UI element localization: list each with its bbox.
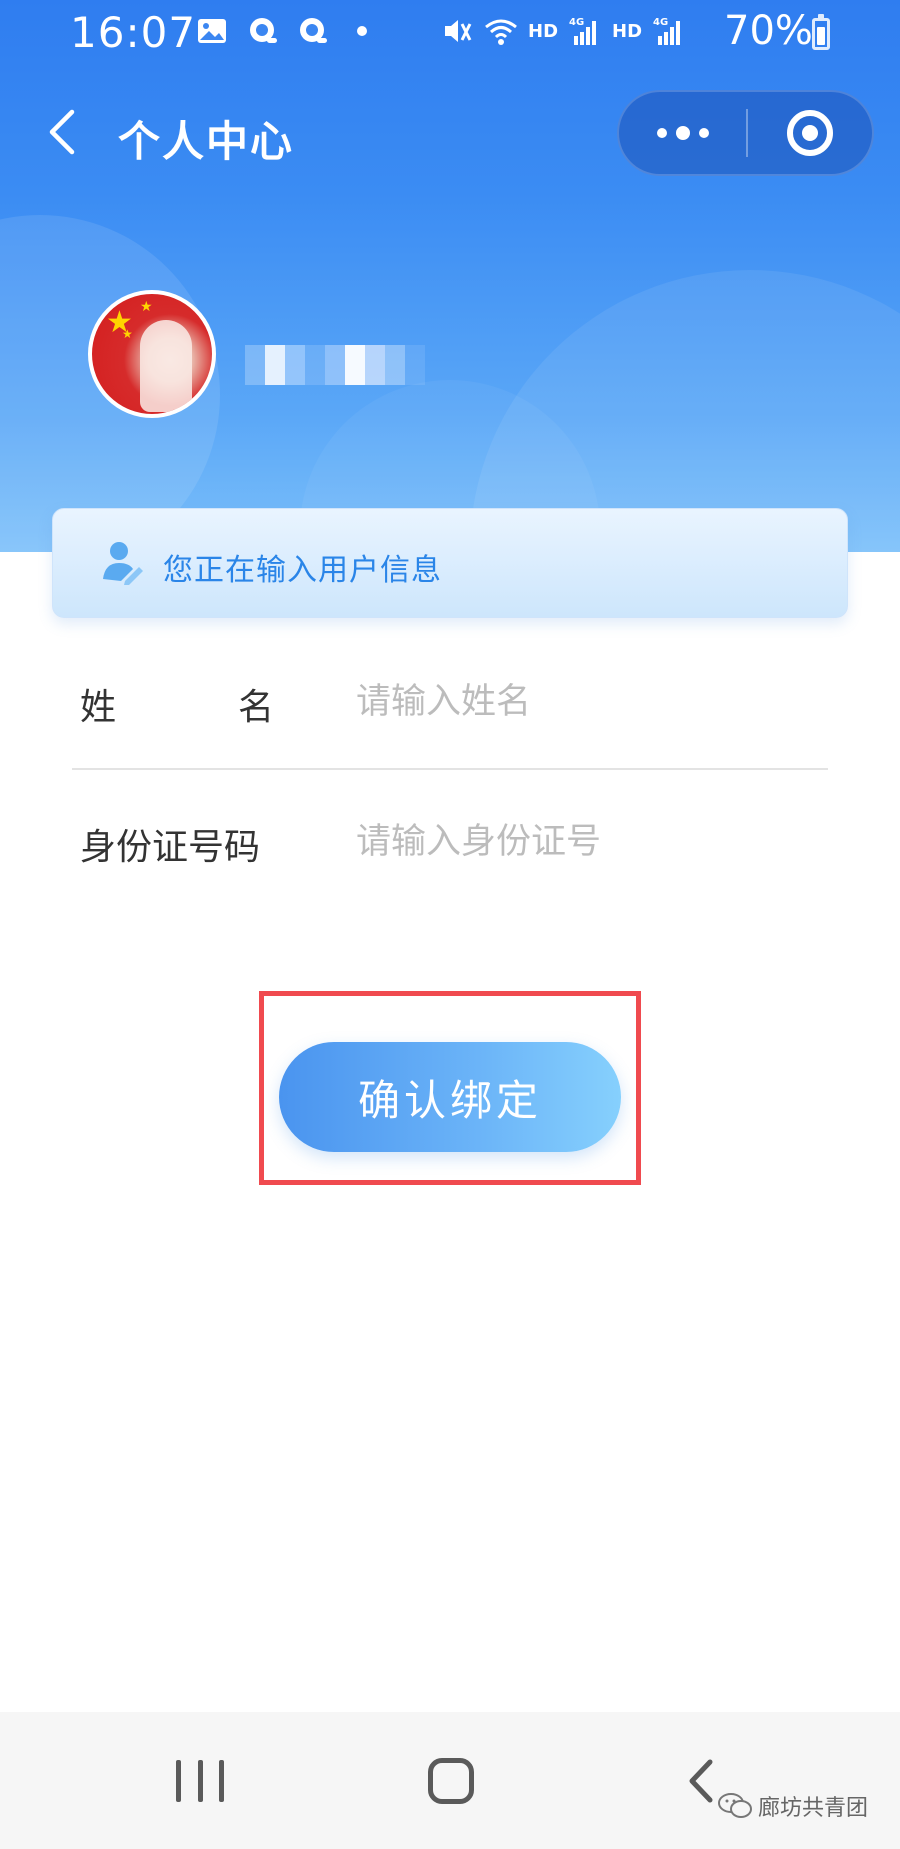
- more-dot-icon: [698, 128, 709, 138]
- hd-label: HD: [528, 20, 559, 42]
- status-bar: 16:07 HD 4G HD 4G 70%: [0, 0, 900, 68]
- name-input[interactable]: [356, 672, 816, 732]
- more-menu-button[interactable]: [619, 90, 746, 176]
- wechat-icon: [718, 1793, 752, 1818]
- qq-icon: [250, 18, 277, 43]
- signal-icon: 4G: [569, 17, 597, 45]
- miniprogram-capsule: [617, 90, 874, 176]
- name-label: 姓 名: [80, 678, 274, 730]
- flag-star-icon: ★: [122, 327, 133, 341]
- name-label-char: 姓: [80, 687, 117, 728]
- recent-apps-button[interactable]: [176, 1760, 224, 1806]
- flag-star-icon: ★: [140, 299, 153, 315]
- hd-label: HD: [612, 20, 643, 42]
- battery-icon: [812, 14, 830, 50]
- home-button[interactable]: [428, 1758, 474, 1804]
- wifi-icon: [485, 19, 517, 45]
- id-number-input[interactable]: [356, 812, 816, 872]
- avatar-person-figure: [140, 320, 192, 412]
- id-number-label: 身份证号码: [80, 827, 261, 868]
- id-field-row: 身份证号码: [72, 790, 828, 900]
- notification-dot: [357, 26, 367, 36]
- info-banner: 您正在输入用户信息: [52, 508, 848, 618]
- info-banner-text: 您正在输入用户信息: [163, 553, 442, 588]
- back-arrow-icon[interactable]: [36, 102, 96, 162]
- more-dot-icon: [656, 128, 667, 138]
- battery-percent: 70%: [724, 8, 813, 54]
- watermark-text: 廊坊共青团: [758, 1796, 869, 1821]
- user-edit-icon: [103, 542, 143, 585]
- page-title: 个人中心: [118, 117, 295, 166]
- signal-icon: 4G: [653, 17, 681, 45]
- status-notification-icons: [195, 14, 367, 48]
- confirm-bind-button[interactable]: 确认绑定: [279, 1042, 621, 1152]
- close-miniprogram-button[interactable]: [748, 90, 872, 176]
- more-dot-icon: [675, 126, 690, 140]
- avatar[interactable]: ★ ★ ★: [88, 290, 216, 418]
- nav-bar: 个人中心: [0, 80, 900, 190]
- mute-icon: [445, 20, 472, 42]
- name-field-row: 姓 名: [72, 650, 828, 770]
- svg-text:4G: 4G: [653, 17, 668, 28]
- target-circle-icon: [786, 110, 833, 156]
- image-icon: [198, 19, 226, 43]
- status-system-icons: HD 4G HD 4G: [440, 14, 686, 48]
- system-nav-bar: [0, 1712, 900, 1849]
- qq-icon: [300, 18, 327, 43]
- status-time: 16:07: [70, 8, 197, 57]
- watermark: 廊坊共青团: [718, 1790, 868, 1822]
- name-label-char: 名: [237, 687, 274, 728]
- svg-text:4G: 4G: [569, 17, 584, 28]
- username-blurred: [245, 345, 425, 385]
